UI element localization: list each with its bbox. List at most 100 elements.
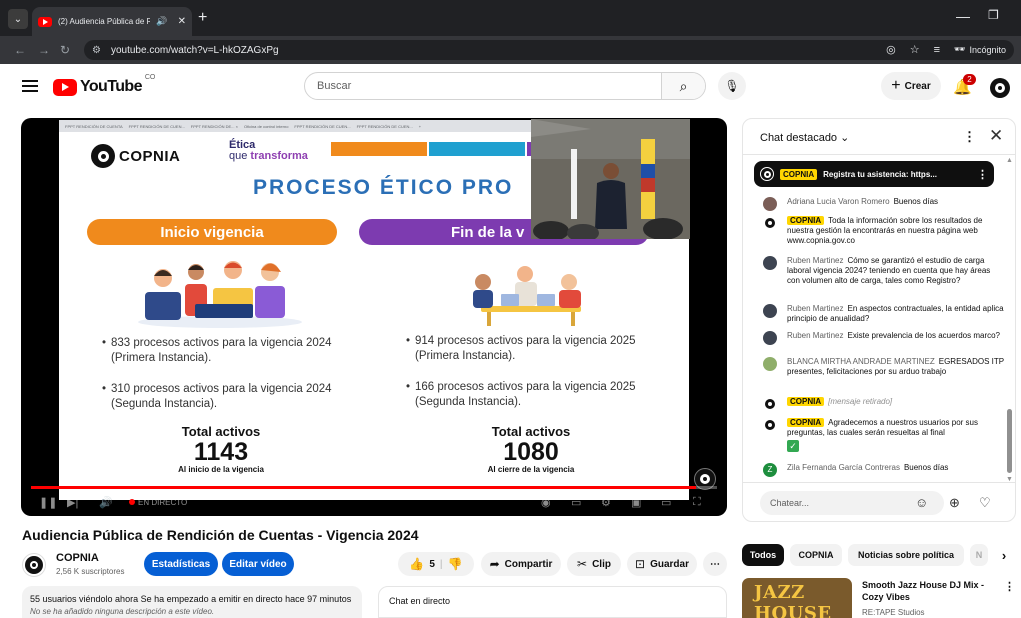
save-button[interactable]: ⊡ Guardar (627, 552, 697, 576)
search-box[interactable]: Buscar ⌕ (304, 72, 706, 100)
menu-icon[interactable] (22, 80, 38, 92)
chat-mode-dropdown[interactable]: Chat destacado ⌄ (760, 131, 849, 144)
more-vert-icon[interactable]: ⋮ (1004, 580, 1015, 593)
speaker-image (531, 119, 690, 239)
edit-video-button[interactable]: Editar vídeo (222, 552, 294, 576)
settings-icon[interactable]: ⚙ (601, 496, 611, 509)
recommendation-title[interactable]: Smooth Jazz House DJ Mix - Cozy Vibes (862, 579, 990, 603)
share-icon: ➦ (489, 557, 500, 571)
avatar (763, 256, 777, 270)
chat-message: Ruben Martinez Existe prevalencia de los … (743, 331, 1005, 345)
chevron-right-icon[interactable]: › (994, 544, 1014, 566)
url-input[interactable]: ⚙ youtube.com/watch?v=L-hkOZAGxPg ◎ ☆ ≡ … (84, 40, 1014, 60)
color-bar-teal (429, 142, 525, 156)
more-vert-icon[interactable]: ⋮ (977, 168, 988, 181)
chat-message: Adriana Lucia Varon Romero Buenos días (743, 197, 1005, 211)
thumbs-up-icon[interactable]: 👍 (409, 557, 424, 571)
tagline-line-2: que (229, 150, 248, 162)
more-vert-icon[interactable]: ⋮ (963, 129, 976, 145)
video-player[interactable]: FPPT RENDICIÓN DE CUENTA FPPT RENDICIÓN … (21, 118, 727, 516)
youtube-favicon-icon (38, 16, 52, 27)
progress-bar[interactable] (31, 486, 717, 489)
plus-icon[interactable]: + (198, 9, 207, 27)
miniplayer-icon[interactable]: ▣ (631, 496, 641, 509)
more-icon: ⋯ (710, 558, 720, 570)
tab-title: (2) Audiencia Pública de Re (58, 17, 151, 26)
chat-text: Buenos días (893, 197, 939, 206)
chat-input-area: Chatear... ☺ ⊕ ♡ (743, 482, 1015, 521)
chat-author: Adriana Lucia Varon Romero (787, 197, 890, 206)
site-info-icon[interactable]: ⚙ (92, 45, 101, 56)
slide-tagline: Ética que transforma (229, 140, 308, 162)
more-actions-button[interactable]: ⋯ (703, 552, 727, 576)
clip-button[interactable]: ✂ Clip (567, 552, 621, 576)
right-bullet: 914 procesos activos para la vigencia 20… (406, 334, 665, 364)
avatar (763, 197, 777, 211)
notification-count-badge: 2 (963, 74, 976, 85)
heart-icon[interactable]: ♡ (979, 495, 991, 511)
stats-button[interactable]: Estadísticas (144, 552, 218, 576)
search-icon[interactable]: ⌕ (661, 73, 705, 99)
tab-search-icon[interactable]: ≡ (934, 44, 940, 56)
recommendation-thumbnail[interactable]: JAZZ HOUSE (742, 578, 852, 618)
emoji-icon[interactable]: ☺ (915, 495, 928, 510)
search-input[interactable]: Buscar (305, 80, 661, 92)
create-button[interactable]: + Crear (881, 72, 941, 100)
scroll-up-icon[interactable]: ▲ (1006, 157, 1013, 164)
description-box[interactable]: 55 usuarios viéndolo ahora Se ha empezad… (22, 586, 362, 618)
close-icon[interactable]: ✕ (178, 16, 186, 27)
right-total-value: 1080 (503, 438, 559, 466)
pause-icon[interactable]: ❚❚ (39, 496, 57, 509)
live-indicator[interactable]: EN DIRECTO (129, 498, 187, 507)
browser-tab[interactable]: (2) Audiencia Pública de Re 🔊 ✕ (32, 7, 192, 36)
eye-off-icon[interactable]: ◎ (886, 43, 896, 56)
channel-name[interactable]: COPNIA (56, 552, 99, 564)
microphone-icon[interactable]: 🎙 (718, 72, 746, 100)
fullscreen-icon[interactable]: ⛶ (693, 496, 701, 509)
incognito-badge[interactable]: 🕶 Incógnito (954, 44, 1006, 55)
close-icon[interactable]: ✕ (989, 126, 1003, 146)
add-circle-icon[interactable]: ⊕ (949, 495, 960, 511)
right-bullet: 166 procesos activos para la vigencia 20… (406, 380, 665, 410)
slide-tab: FPPT RENDICIÓN DE CUEN... (294, 123, 351, 129)
thumbnail-text: JAZZ HOUSE (754, 582, 832, 618)
live-chat: Chat destacado ⌄ ⋮ ✕ COPNIA Registra tu … (742, 118, 1016, 522)
channel-avatar[interactable] (22, 553, 46, 577)
star-icon[interactable]: ☆ (910, 43, 920, 56)
youtube-logo[interactable]: YouTube CO (53, 74, 155, 96)
chip-more[interactable]: N (970, 544, 988, 566)
chevron-down-icon: ⌄ (840, 132, 850, 144)
pinned-message[interactable]: COPNIA Registra tu asistencia: https... … (754, 161, 994, 187)
subtitles-icon[interactable]: ▭ (571, 496, 581, 509)
restore-icon[interactable]: ❐ (988, 8, 999, 22)
live-chat-panel-header[interactable]: Chat en directo (378, 586, 727, 618)
speaker-icon[interactable]: 🔊 (156, 16, 167, 27)
chat-author: Ruben Martinez (787, 256, 844, 265)
autoplay-icon[interactable]: ◉ (541, 496, 551, 509)
chip-all[interactable]: Todos (742, 544, 784, 566)
chip-copnia[interactable]: COPNIA (790, 544, 842, 566)
incognito-label: Incógnito (969, 44, 1006, 55)
like-count[interactable]: 5 (429, 559, 435, 570)
thumbs-down-icon[interactable]: 👎 (448, 557, 463, 571)
youtube-header: YouTube CO Buscar ⌕ 🎙 + Crear 🔔 2 (0, 64, 1021, 112)
avatar (763, 216, 777, 230)
share-label: Compartir (504, 558, 553, 570)
chevron-down-icon[interactable]: ⌄ (8, 9, 28, 29)
chat-text: [mensaje retirado] (828, 397, 893, 406)
scrollbar[interactable] (1007, 409, 1012, 473)
reload-icon[interactable]: ↻ (60, 43, 70, 57)
forward-icon[interactable]: → (38, 43, 50, 57)
minimize-icon[interactable]: — (956, 8, 970, 24)
back-icon[interactable]: ← (14, 43, 26, 57)
bookmark-icon: ⊡ (635, 557, 646, 571)
avatar[interactable] (990, 78, 1010, 98)
volume-icon[interactable]: 🔊 (99, 496, 113, 509)
share-button[interactable]: ➦ Compartir (481, 552, 561, 576)
chip-politics-news[interactable]: Noticias sobre política (848, 544, 964, 566)
theater-icon[interactable]: ▭ (661, 496, 671, 509)
speaker-camera-feed (531, 119, 690, 239)
recommendation-channel[interactable]: RE:TAPE Studios (862, 608, 925, 617)
next-icon[interactable]: ▶| (67, 496, 78, 509)
progress-fill (31, 486, 697, 489)
